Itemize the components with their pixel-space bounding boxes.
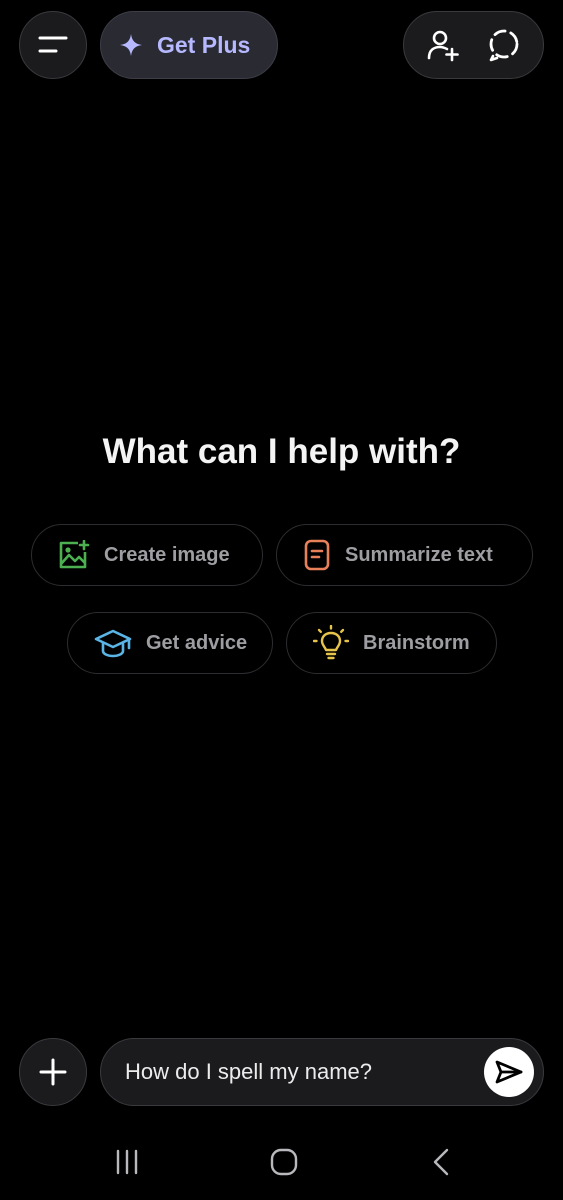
send-icon — [495, 1060, 523, 1084]
home-icon — [270, 1148, 298, 1176]
menu-icon — [38, 36, 68, 53]
document-icon — [304, 539, 330, 571]
message-input[interactable] — [125, 1059, 484, 1085]
recents-button[interactable] — [107, 1144, 147, 1180]
temporary-chat-button[interactable] — [480, 21, 528, 69]
get-plus-label: Get Plus — [157, 31, 251, 58]
add-person-button[interactable] — [419, 21, 467, 69]
suggestion-summarize-text[interactable]: Summarize text — [276, 524, 533, 586]
image-icon — [59, 540, 90, 569]
suggestion-label: Get advice — [146, 631, 248, 654]
attach-button[interactable] — [19, 1038, 87, 1106]
home-button[interactable] — [264, 1144, 304, 1180]
back-button[interactable] — [422, 1144, 462, 1180]
lightbulb-icon — [313, 625, 349, 660]
suggestion-label: Summarize text — [345, 543, 493, 566]
recents-icon — [116, 1149, 138, 1175]
add-person-icon — [427, 30, 459, 62]
get-plus-button[interactable]: Get Plus — [100, 11, 278, 79]
suggestion-get-advice[interactable]: Get advice — [67, 612, 273, 674]
graduation-cap-icon — [94, 629, 132, 658]
back-icon — [433, 1148, 449, 1176]
plus-icon — [39, 1058, 67, 1086]
suggestion-label: Brainstorm — [363, 631, 470, 654]
chat-home-screen: Get Plus What can I help with? Create im… — [0, 0, 563, 1200]
suggestion-create-image[interactable]: Create image — [31, 524, 263, 586]
sparkle-icon — [120, 34, 142, 56]
message-composer — [100, 1038, 544, 1106]
top-right-actions — [403, 11, 544, 79]
suggestion-brainstorm[interactable]: Brainstorm — [286, 612, 497, 674]
suggestion-label: Create image — [104, 543, 230, 566]
dashed-circle-icon — [489, 29, 519, 62]
send-button[interactable] — [484, 1047, 534, 1097]
menu-button[interactable] — [19, 11, 87, 79]
system-nav-bar — [0, 1130, 563, 1194]
page-title: What can I help with? — [102, 432, 461, 471]
